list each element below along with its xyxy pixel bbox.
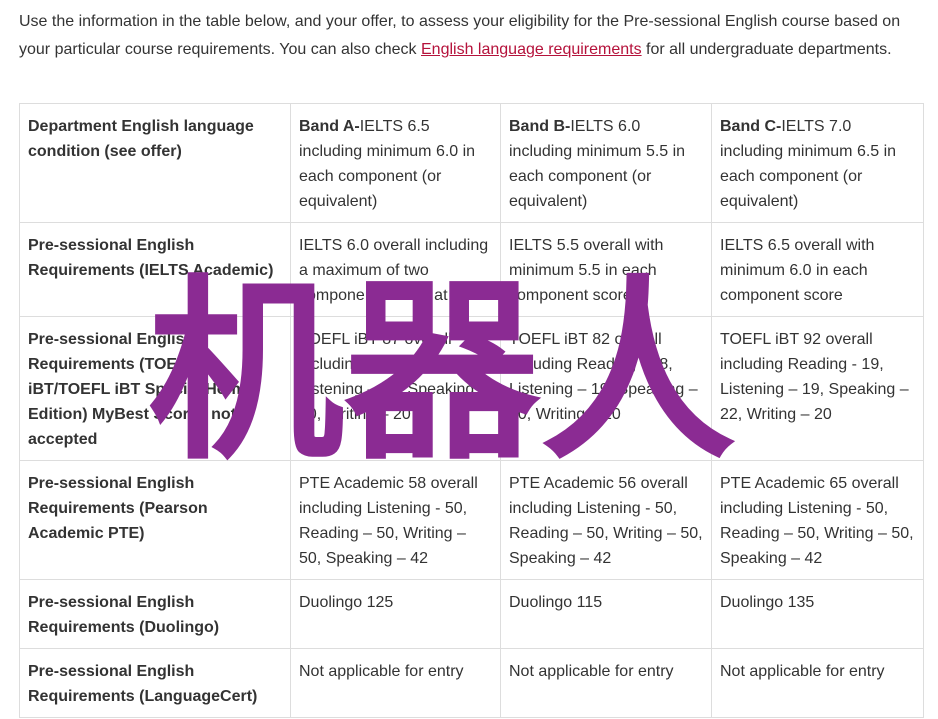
row-label-duolingo: Pre-sessional English Requirements (Duol… <box>19 579 291 649</box>
row-label-pte: Pre-sessional English Requirements (Pear… <box>19 460 291 580</box>
requirements-table: Department English language condition (s… <box>19 103 924 718</box>
english-requirements-link[interactable]: English language requirements <box>421 41 642 58</box>
table-row: Pre-sessional English Requirements (Pear… <box>19 460 924 580</box>
table-cell: Duolingo 135 <box>711 579 924 649</box>
intro-paragraph: Use the information in the table below, … <box>19 8 924 64</box>
table-cell: TOEFL iBT 87 overall including Reading -… <box>290 316 501 461</box>
table-cell: IELTS 6.5 overall with minimum 6.0 in ea… <box>711 222 924 317</box>
table-cell: TOEFL iBT 92 overall including Reading -… <box>711 316 924 461</box>
table-cell: Not applicable for entry <box>500 648 712 718</box>
table-cell: Duolingo 125 <box>290 579 501 649</box>
table-header-row: Department English language condition (s… <box>19 103 924 223</box>
table-row: Pre-sessional English Requirements (Lang… <box>19 648 924 718</box>
band-a-cell: Band A-IELTS 6.5 including minimum 6.0 i… <box>290 103 501 223</box>
table-cell: IELTS 6.0 overall including a maximum of… <box>290 222 501 317</box>
table-cell: Not applicable for entry <box>711 648 924 718</box>
band-c-name: Band C- <box>720 118 782 135</box>
table-cell: TOEFL iBT 82 overall including Reading -… <box>500 316 712 461</box>
row-label-ielts: Pre-sessional English Requirements (IELT… <box>19 222 291 317</box>
table-row: Pre-sessional English Requirements (Duol… <box>19 579 924 649</box>
header-label-cell: Department English language condition (s… <box>19 103 291 223</box>
row-label-toefl: Pre-sessional English Requirements (TOEF… <box>19 316 291 461</box>
intro-text-after: for all undergraduate departments. <box>641 41 892 58</box>
table-row: Pre-sessional English Requirements (IELT… <box>19 222 924 317</box>
band-c-cell: Band C-IELTS 7.0 including minimum 6.5 i… <box>711 103 924 223</box>
table-cell: PTE Academic 56 overall including Listen… <box>500 460 712 580</box>
band-a-name: Band A- <box>299 118 360 135</box>
table-row: Pre-sessional English Requirements (TOEF… <box>19 316 924 461</box>
band-b-name: Band B- <box>509 118 571 135</box>
table-cell: Duolingo 115 <box>500 579 712 649</box>
table-cell: IELTS 5.5 overall with minimum 5.5 in ea… <box>500 222 712 317</box>
row-label-languagecert: Pre-sessional English Requirements (Lang… <box>19 648 291 718</box>
table-cell: Not applicable for entry <box>290 648 501 718</box>
band-b-cell: Band B-IELTS 6.0 including minimum 5.5 i… <box>500 103 712 223</box>
table-cell: PTE Academic 58 overall including Listen… <box>290 460 501 580</box>
table-cell: PTE Academic 65 overall including Listen… <box>711 460 924 580</box>
